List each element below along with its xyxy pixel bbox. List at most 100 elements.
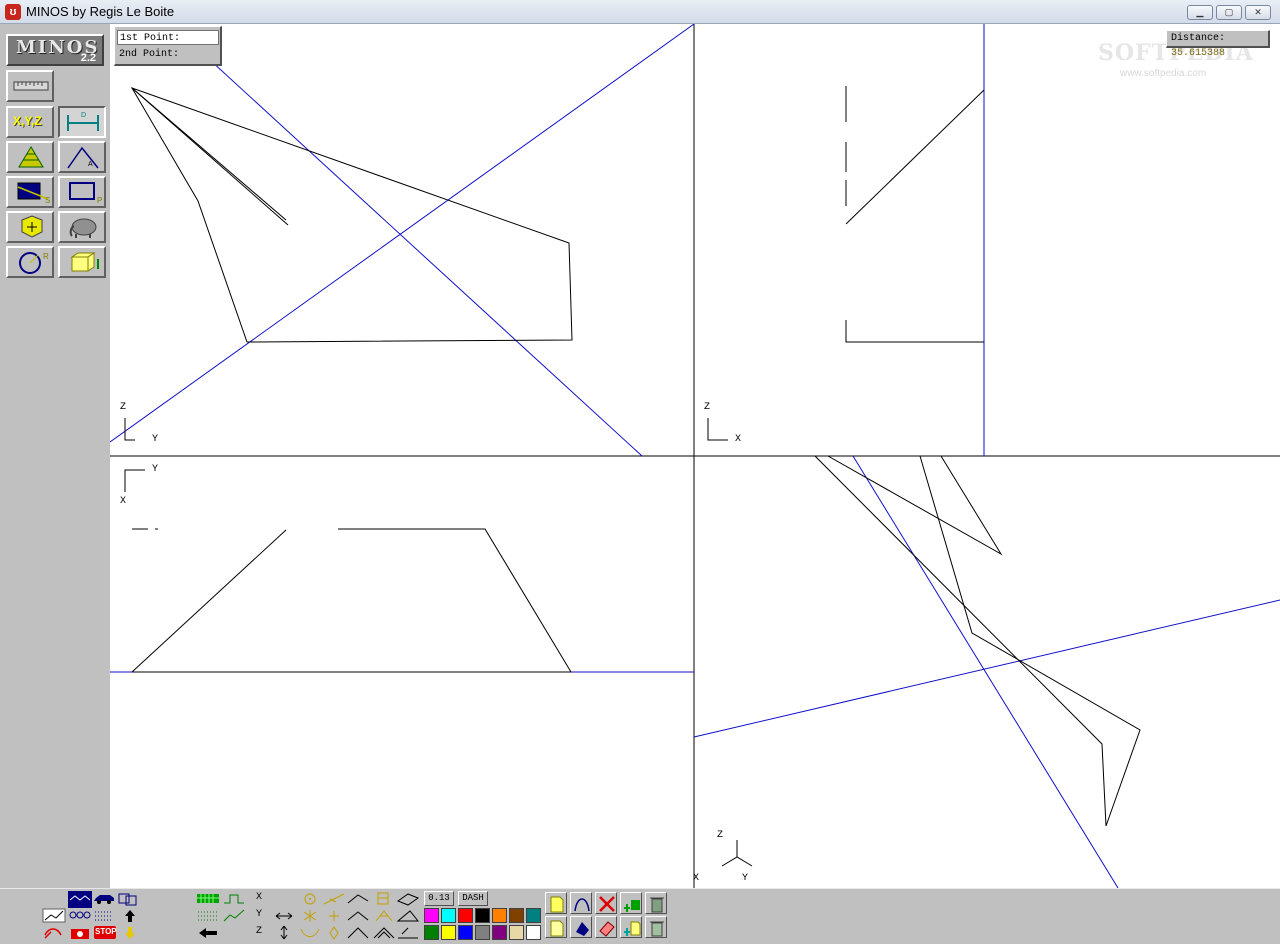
file-yellow-icon	[550, 896, 564, 913]
color-swatch[interactable]	[509, 925, 524, 940]
box-button[interactable]	[58, 246, 106, 278]
color-swatch[interactable]	[509, 908, 524, 923]
snap-center-button[interactable]	[298, 891, 322, 908]
snap-tri-button[interactable]	[396, 908, 420, 925]
horizontal-arrows-button[interactable]	[272, 908, 296, 925]
angle-button[interactable]: A	[58, 141, 106, 173]
axis-z-label[interactable]: Z	[250, 926, 268, 937]
line-width-button[interactable]: 0.13	[424, 891, 454, 906]
svg-text:R: R	[43, 252, 49, 261]
color-swatch[interactable]	[458, 908, 473, 923]
car-button[interactable]	[92, 891, 116, 908]
color-swatch[interactable]	[475, 925, 490, 940]
grid-button[interactable]	[196, 891, 220, 908]
color-swatch[interactable]	[492, 925, 507, 940]
graph-button[interactable]	[42, 908, 66, 925]
curve-button[interactable]	[222, 908, 246, 925]
minimize-button[interactable]: ▁	[1187, 5, 1213, 20]
color-swatch[interactable]	[475, 908, 490, 923]
snap-point-button[interactable]	[322, 925, 346, 942]
recycle-file-button[interactable]	[645, 916, 667, 938]
links-button[interactable]	[68, 908, 92, 925]
plane-s-button[interactable]: S	[6, 176, 54, 208]
snap-base-button[interactable]	[396, 925, 420, 942]
geometry-edge	[845, 89, 985, 225]
fill-tool-button[interactable]	[570, 916, 592, 938]
snap-offset-icon	[373, 927, 395, 939]
elephant-icon	[69, 218, 97, 238]
delete-button[interactable]	[595, 892, 617, 914]
snap-cross-button[interactable]	[322, 908, 346, 925]
line-wave-button[interactable]	[68, 891, 92, 908]
open-file-button[interactable]	[545, 892, 567, 914]
second-point-field[interactable]: 2nd Point:	[117, 47, 219, 62]
distance-button[interactable]: D	[58, 106, 106, 138]
close-button[interactable]: ✕	[1245, 5, 1271, 20]
cube-center-button[interactable]	[6, 211, 54, 243]
color-swatch[interactable]	[441, 925, 456, 940]
layer-file-icon	[624, 921, 641, 936]
color-swatch[interactable]	[441, 908, 456, 923]
snap-offset-button[interactable]	[372, 925, 396, 942]
snap-dim-button[interactable]	[346, 925, 370, 942]
pyramid-button[interactable]	[6, 141, 54, 173]
camera-button[interactable]	[68, 925, 92, 942]
color-swatch[interactable]	[526, 908, 541, 923]
view-bottom-right[interactable]	[693, 455, 1280, 888]
view-top-left[interactable]	[110, 24, 695, 457]
color-swatch[interactable]	[492, 908, 507, 923]
minos-logo: MINOS 2.2	[6, 34, 104, 66]
distance-icon: D	[67, 112, 99, 131]
line-style-button[interactable]: DASH	[458, 891, 488, 906]
xyz-coords-button[interactable]: X,Y,Z	[6, 106, 54, 138]
distance-readout: Distance: 35.615388	[1166, 30, 1270, 59]
drawing-area[interactable]: Z Y Z X Y X Z X Y	[110, 24, 1280, 888]
down-arrow-button[interactable]	[118, 925, 142, 942]
snap-arc-button[interactable]	[298, 925, 322, 942]
circle-r-button[interactable]: R	[6, 246, 54, 278]
eraser-button[interactable]	[595, 916, 617, 938]
view-bottom-left[interactable]	[110, 469, 694, 673]
dots-button[interactable]	[92, 908, 116, 925]
save-file-button[interactable]	[545, 916, 567, 938]
stop-button[interactable]: STOP	[93, 925, 117, 942]
recycle-bin-icon	[650, 897, 664, 913]
ruler-button[interactable]	[6, 70, 54, 102]
logo-version: 2.2	[80, 52, 96, 64]
snap-star-button[interactable]	[298, 908, 322, 925]
snap-plane-button[interactable]	[396, 891, 420, 908]
snap-net-button[interactable]	[372, 908, 396, 925]
left-arrow-button[interactable]	[196, 925, 220, 942]
layer-tool-button[interactable]	[620, 892, 642, 914]
color-swatch[interactable]	[526, 925, 541, 940]
undo-red-button[interactable]	[42, 925, 66, 942]
snap-angle-button[interactable]	[346, 908, 370, 925]
elephant-button[interactable]	[58, 211, 106, 243]
snap-perp-button[interactable]	[346, 891, 370, 908]
color-swatch[interactable]	[458, 925, 473, 940]
first-point-field[interactable]: 1st Point:	[117, 30, 219, 45]
snap-box-button[interactable]	[372, 891, 396, 908]
color-swatch[interactable]	[424, 925, 439, 940]
plane-p-button[interactable]: P	[58, 176, 106, 208]
up-arrow-button[interactable]	[118, 908, 142, 925]
axis-x-label[interactable]: X	[250, 892, 268, 903]
dotgrid-button[interactable]	[196, 908, 220, 925]
views-svg[interactable]	[110, 24, 1280, 888]
maximize-button[interactable]: ▢	[1216, 5, 1242, 20]
axis-indicator	[124, 418, 135, 441]
app-icon: ʊ	[5, 4, 21, 20]
windows-button[interactable]	[116, 891, 140, 908]
snap-tangent-button[interactable]	[322, 891, 346, 908]
snap-arc-icon	[300, 928, 320, 937]
arc-tool-button[interactable]	[570, 892, 592, 914]
layer-file-button[interactable]	[620, 916, 642, 938]
recycle-button[interactable]	[645, 892, 667, 914]
color-swatch[interactable]	[424, 908, 439, 923]
red-x-icon	[599, 896, 615, 912]
step-button[interactable]	[222, 891, 246, 908]
axis-y-label[interactable]: Y	[250, 909, 268, 920]
window-title: MINOS by Regis Le Boite	[26, 4, 175, 19]
vertical-arrows-button[interactable]	[272, 925, 296, 942]
view-top-right[interactable]	[707, 24, 985, 456]
